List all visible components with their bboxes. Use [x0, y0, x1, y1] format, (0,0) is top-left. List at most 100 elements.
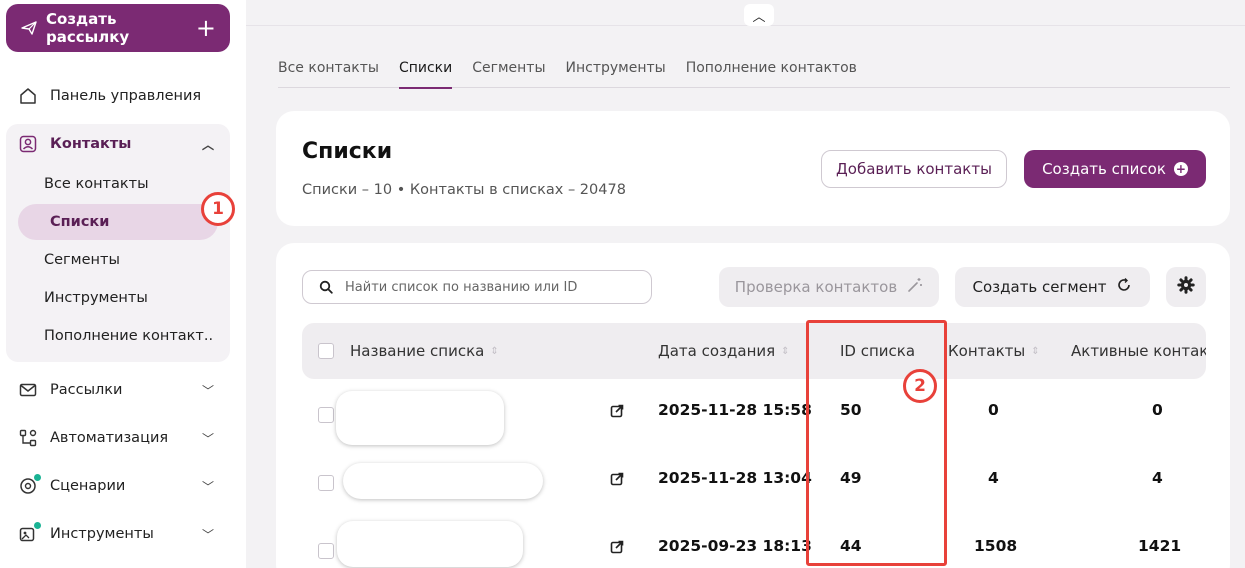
sidebar-item-label: Контакты — [50, 136, 132, 152]
search-input[interactable]: Найти список по названию или ID — [302, 270, 652, 304]
cell-date: 2025-11-28 15:58 — [658, 401, 812, 419]
chevron-up-icon: ︿ — [201, 137, 214, 152]
plus-circle-icon: + — [1173, 162, 1188, 176]
tools-icon — [18, 522, 41, 544]
cell-contacts: 0 — [988, 401, 999, 419]
sidebar-item-scenarios[interactable]: Сценарии ﹀ — [6, 466, 230, 506]
redacted-list-name — [337, 521, 523, 567]
main-area: ︿ Все контакты Списки Сегменты Инструмен… — [246, 0, 1245, 568]
column-label: Контакты — [948, 342, 1026, 360]
create-mailing-button[interactable]: Создать рассылку + — [6, 4, 230, 52]
tab-refill[interactable]: Пополнение контактов — [686, 56, 857, 88]
mail-plane-icon — [20, 19, 38, 37]
collapse-header-button[interactable]: ︿ — [744, 4, 774, 26]
row-checkbox[interactable] — [318, 543, 334, 559]
sidebar-item-label: Инструменты — [50, 526, 154, 542]
add-contacts-button[interactable]: Добавить контакты — [821, 150, 1007, 188]
table-row[interactable]: 2025-09-23 18:13 44 1508 1421 — [302, 517, 1206, 568]
create-mailing-label: Создать рассылку — [46, 10, 130, 46]
contacts-tabs: Все контакты Списки Сегменты Инструменты… — [278, 56, 1230, 89]
cell-active: 1421 — [1138, 537, 1182, 555]
check-contacts-label: Проверка контактов — [734, 278, 898, 296]
tab-tools[interactable]: Инструменты — [566, 56, 666, 88]
envelope-icon — [18, 380, 38, 400]
sidebar-sub-refill[interactable]: Пополнение контакт... — [12, 318, 212, 354]
tab-all-contacts[interactable]: Все контакты — [278, 56, 379, 88]
user-icon — [18, 134, 38, 154]
sort-icon: ⇕ — [781, 345, 790, 357]
scenario-icon — [18, 474, 41, 496]
select-all-checkbox[interactable] — [318, 323, 334, 379]
sidebar: Создать рассылку + Панель управления Кон… — [0, 0, 246, 568]
redacted-list-name — [343, 463, 543, 499]
check-contacts-button[interactable]: Проверка контактов — [719, 267, 939, 307]
sidebar-item-mailings[interactable]: Рассылки ﹀ — [6, 370, 230, 410]
chevron-down-icon: ﹀ — [201, 479, 214, 494]
external-link-icon[interactable] — [610, 471, 626, 487]
status-dot — [34, 522, 41, 529]
cell-contacts: 1508 — [974, 537, 1018, 555]
cell-active: 4 — [1152, 469, 1163, 487]
row-checkbox[interactable] — [318, 475, 334, 491]
page-subtitle: Списки – 10 • Контакты в списках – 20478 — [302, 182, 626, 198]
sidebar-item-label: Автоматизация — [50, 430, 169, 446]
cell-active: 0 — [1152, 401, 1163, 419]
sidebar-sub-segments[interactable]: Сегменты — [12, 242, 212, 278]
column-label: Дата создания — [658, 342, 776, 360]
annotation-badge-1: 1 — [201, 192, 235, 226]
page-title: Списки — [302, 139, 393, 164]
sort-icon: ⇕ — [490, 345, 499, 357]
sidebar-sub-tools[interactable]: Инструменты — [12, 280, 212, 316]
sidebar-sub-all-contacts[interactable]: Все контакты — [12, 166, 212, 202]
table-settings-button[interactable] — [1166, 267, 1206, 307]
search-placeholder: Найти список по названию или ID — [345, 279, 578, 295]
gear-icon — [1177, 276, 1195, 298]
sidebar-item-contacts[interactable]: Контакты ︿ — [6, 124, 230, 164]
create-segment-button[interactable]: Создать сегмент — [955, 267, 1150, 307]
automation-icon — [18, 428, 38, 448]
sidebar-item-automation[interactable]: Автоматизация ﹀ — [6, 418, 230, 458]
checkbox[interactable] — [318, 343, 334, 359]
cell-contacts: 4 — [988, 469, 999, 487]
search-icon — [319, 280, 333, 294]
sidebar-item-label: Рассылки — [50, 382, 123, 398]
table-header: Название списка ⇕ Дата создания ⇕ ID списк… — [302, 323, 1206, 379]
create-list-label: Создать список — [1042, 160, 1166, 178]
status-dot — [34, 474, 41, 481]
sidebar-item-label: Панель управления — [50, 88, 202, 104]
sort-icon: ⇕ — [1031, 345, 1040, 357]
home-icon — [18, 86, 38, 106]
column-name[interactable]: Название списка ⇕ — [350, 323, 499, 379]
external-link-icon[interactable] — [610, 403, 626, 419]
table-row[interactable]: 2025-11-28 15:58 50 0 0 — [302, 381, 1206, 449]
sidebar-item-tools[interactable]: Инструменты ﹀ — [6, 514, 230, 554]
external-link-icon[interactable] — [610, 539, 626, 555]
chevron-down-icon: ﹀ — [201, 383, 214, 398]
cell-date: 2025-09-23 18:13 — [658, 537, 812, 555]
tab-segments[interactable]: Сегменты — [472, 56, 545, 88]
cell-date: 2025-11-28 13:04 — [658, 469, 812, 487]
redacted-list-name — [336, 391, 504, 445]
magic-wand-icon — [907, 277, 923, 297]
create-list-button[interactable]: Создать список + — [1024, 150, 1206, 188]
column-label: Название списка — [350, 342, 485, 360]
table-row[interactable]: 2025-11-28 13:04 49 4 4 — [302, 449, 1206, 517]
column-label: Активные контак — [1071, 342, 1206, 360]
sidebar-sub-lists[interactable]: Списки — [18, 204, 218, 240]
refresh-icon — [1116, 277, 1132, 297]
lists-table-card: Найти список по названию или ID Проверка… — [276, 243, 1230, 568]
lists-header-card: Списки Списки – 10 • Контакты в списках … — [276, 111, 1230, 226]
chevron-up-icon: ︿ — [752, 9, 766, 25]
column-contacts[interactable]: Контакты ⇕ — [948, 323, 1040, 379]
tab-lists[interactable]: Списки — [398, 56, 453, 89]
chevron-down-icon: ﹀ — [201, 527, 214, 542]
annotation-badge-2: 2 — [903, 369, 937, 403]
annotation-highlight-id-column — [806, 320, 947, 566]
sidebar-item-dashboard[interactable]: Панель управления — [6, 76, 230, 116]
sidebar-item-label: Сценарии — [50, 478, 126, 494]
chevron-down-icon: ﹀ — [201, 431, 214, 446]
column-active[interactable]: Активные контак — [1071, 323, 1206, 379]
plus-icon: + — [195, 14, 216, 42]
column-date[interactable]: Дата создания ⇕ — [658, 323, 790, 379]
row-checkbox[interactable] — [318, 407, 334, 423]
